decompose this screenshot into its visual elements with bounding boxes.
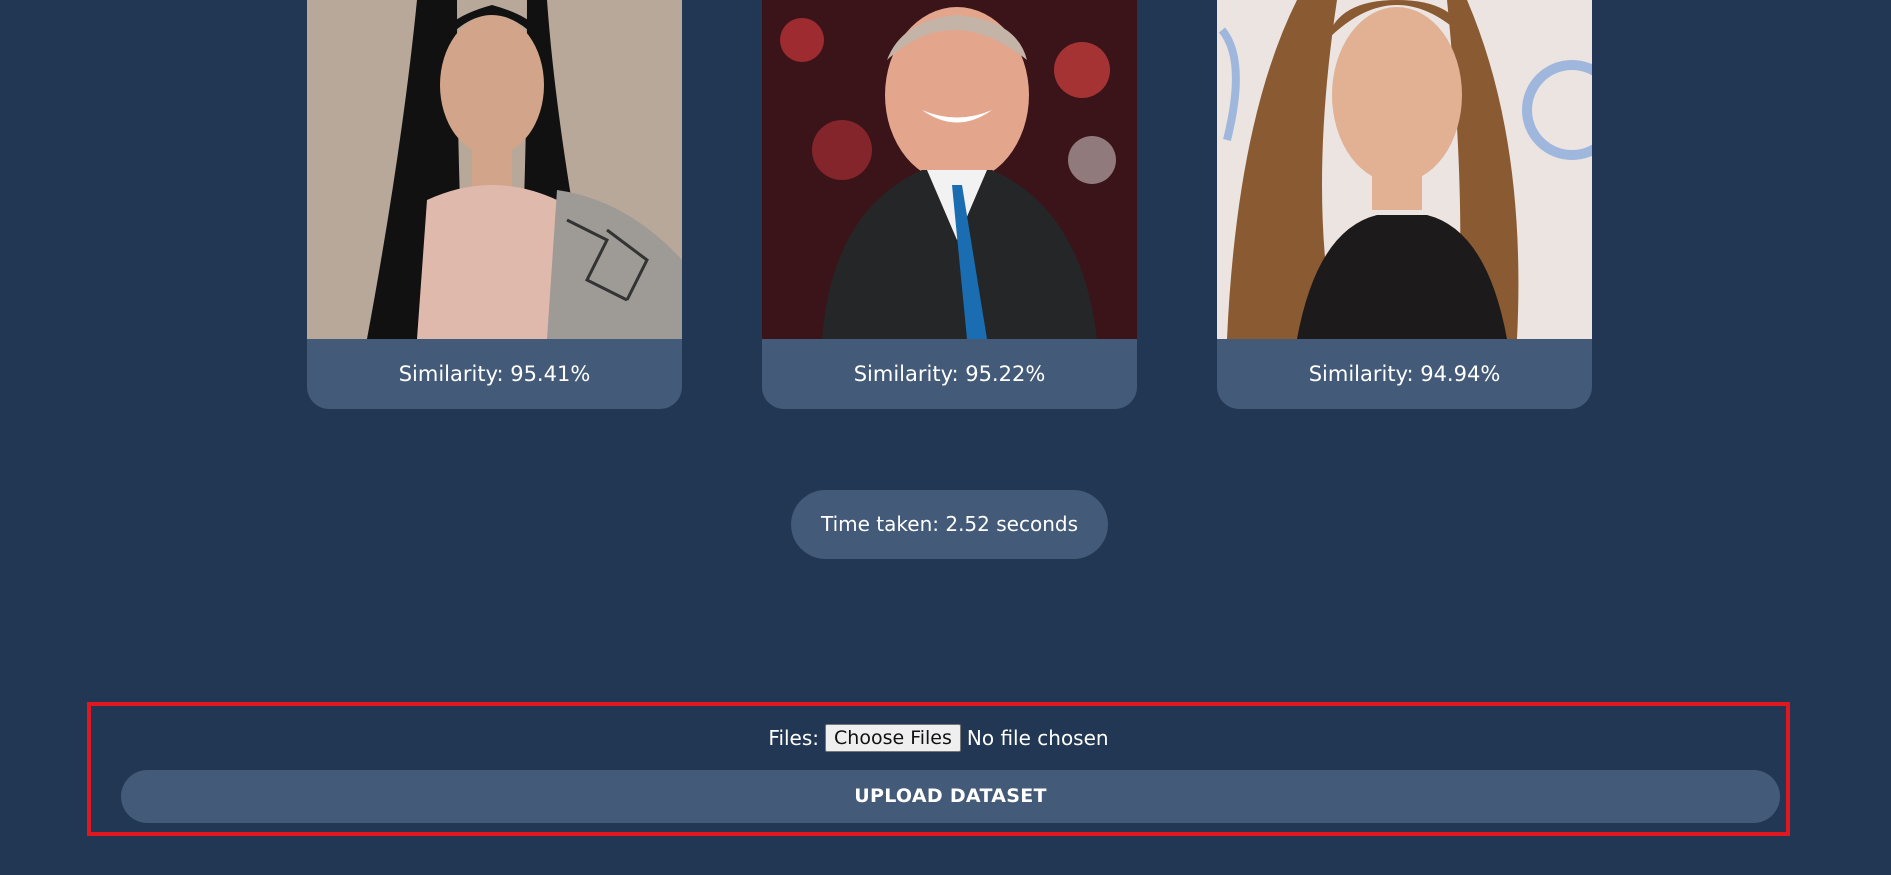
results-grid: Similarity: 95.41% Similarity: 95.22% Si… bbox=[0, 0, 1891, 410]
files-label: Files: bbox=[768, 726, 820, 750]
similarity-label: Similarity: 94.94% bbox=[1308, 362, 1501, 386]
similarity-label: Similarity: 95.41% bbox=[398, 362, 591, 386]
file-status-text: No file chosen bbox=[966, 726, 1109, 750]
person-photo-icon bbox=[307, 0, 682, 339]
time-taken-badge: Time taken: 2.52 seconds bbox=[791, 490, 1108, 559]
page: Similarity: 95.41% Similarity: 95.22% Si… bbox=[0, 0, 1891, 875]
result-photo bbox=[1217, 0, 1592, 339]
result-photo bbox=[762, 0, 1137, 339]
result-card: Similarity: 94.94% bbox=[1217, 0, 1592, 409]
upload-dataset-form: Files: Choose Files No file chosen UPLOA… bbox=[87, 702, 1790, 836]
person-photo-icon bbox=[762, 0, 1137, 339]
result-photo bbox=[307, 0, 682, 339]
person-photo-icon bbox=[1217, 0, 1592, 339]
upload-dataset-button[interactable]: UPLOAD DATASET bbox=[121, 770, 1780, 823]
file-input-row: Files: Choose Files No file chosen bbox=[91, 722, 1786, 754]
result-card: Similarity: 95.41% bbox=[307, 0, 682, 409]
choose-files-button[interactable]: Choose Files bbox=[825, 724, 961, 752]
similarity-label: Similarity: 95.22% bbox=[853, 362, 1046, 386]
result-card: Similarity: 95.22% bbox=[762, 0, 1137, 409]
